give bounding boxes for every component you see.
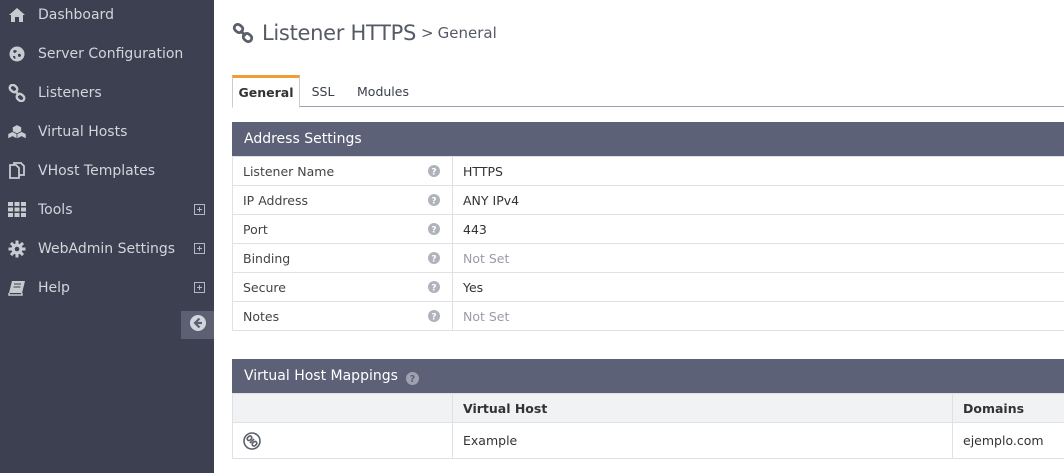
sidebar-item-label: Server Configuration — [38, 45, 184, 62]
table-row: Listener Name ? HTTPS — [232, 156, 1064, 186]
address-settings-panel: Address Settings Listener Name ? HTTPS I… — [232, 122, 1064, 331]
help-icon[interactable]: ? — [428, 165, 440, 177]
tab-ssl[interactable]: SSL — [304, 75, 342, 107]
row-label: IP Address — [243, 192, 308, 208]
svg-text:?: ? — [431, 254, 436, 264]
vhost-name: Example — [452, 422, 953, 459]
home-icon — [7, 5, 27, 25]
help-icon[interactable]: ? — [428, 194, 440, 206]
page-title: Listener HTTPS > General — [232, 18, 497, 48]
svg-text:?: ? — [431, 167, 436, 177]
tab-modules[interactable]: Modules — [350, 75, 416, 107]
row-label: Notes — [243, 308, 280, 324]
svg-text:?: ? — [431, 312, 436, 322]
row-label: Binding — [243, 250, 291, 266]
column-header-virtual-host: Virtual Host — [452, 393, 953, 423]
help-icon[interactable]: ? — [428, 281, 440, 293]
sidebar-item-tools[interactable]: Tools — [0, 190, 214, 229]
virtual-host-mappings-panel: Virtual Host Mappings ? Virtual Host Dom… — [232, 359, 1064, 459]
row-value: HTTPS — [452, 156, 1064, 186]
table-row: Example ejemplo.com — [232, 422, 1064, 459]
breadcrumb-separator: > — [421, 24, 434, 42]
column-header-action — [232, 393, 453, 423]
sidebar-item-vhost-templates[interactable]: VHost Templates — [0, 151, 214, 190]
link-icon — [232, 22, 254, 44]
sidebar-item-label: Help — [38, 279, 70, 296]
svg-text:?: ? — [431, 196, 436, 206]
row-label: Port — [243, 221, 268, 237]
sidebar-item-label: Virtual Hosts — [38, 123, 128, 140]
panel-header: Virtual Host Mappings ? — [232, 359, 1064, 393]
tab-bar: General SSL Modules — [232, 75, 1064, 108]
svg-text:?: ? — [431, 283, 436, 293]
table-row: Port ? 443 — [232, 214, 1064, 244]
sidebar-item-label: VHost Templates — [38, 162, 156, 179]
sidebar: Dashboard Server Configuration Listeners… — [0, 0, 214, 473]
table-row: Binding ? Not Set — [232, 243, 1064, 273]
grid-icon — [7, 200, 27, 220]
link-icon — [7, 83, 27, 103]
tab-general[interactable]: General — [232, 75, 300, 108]
arrow-left-circle-icon — [189, 314, 207, 336]
sidebar-item-webadmin-settings[interactable]: WebAdmin Settings — [0, 229, 214, 268]
main-content: Listener HTTPS > General General SSL Mod… — [214, 0, 1064, 473]
sidebar-item-server-configuration[interactable]: Server Configuration — [0, 34, 214, 73]
table-row: Secure ? Yes — [232, 272, 1064, 302]
sidebar-item-label: Tools — [38, 201, 73, 218]
help-icon[interactable]: ? — [405, 370, 419, 385]
vhost-domains: ejemplo.com — [952, 422, 1064, 459]
breadcrumb-current: General — [437, 24, 497, 42]
panel-title: Virtual Host Mappings — [244, 368, 398, 384]
row-value: Yes — [452, 272, 1064, 302]
sidebar-item-label: Dashboard — [38, 6, 114, 23]
cubes-icon — [7, 122, 27, 142]
svg-text:?: ? — [410, 374, 416, 385]
svg-text:?: ? — [431, 225, 436, 235]
sidebar-item-help[interactable]: Help — [0, 268, 214, 307]
row-label: Secure — [243, 279, 286, 295]
table-header-row: Virtual Host Domains — [232, 393, 1064, 423]
app-window: Dashboard Server Configuration Listeners… — [0, 0, 1064, 473]
gear-icon — [7, 239, 27, 259]
sidebar-item-virtual-hosts[interactable]: Virtual Hosts — [0, 112, 214, 151]
listener-title: Listener HTTPS — [262, 21, 417, 45]
virtual-host-mappings-table: Virtual Host Domains Example ejemplo.com — [232, 393, 1064, 459]
address-settings-table: Listener Name ? HTTPS IP Address ? ANY I… — [232, 156, 1064, 331]
row-value: Not Set — [452, 243, 1064, 273]
collapse-sidebar-button[interactable] — [181, 311, 214, 339]
copy-icon — [7, 161, 27, 181]
table-row: Notes ? Not Set — [232, 301, 1064, 331]
panel-header: Address Settings — [232, 122, 1064, 156]
expand-icon[interactable] — [194, 204, 205, 215]
row-label: Listener Name — [243, 163, 335, 179]
help-icon[interactable]: ? — [428, 310, 440, 322]
row-value: Not Set — [452, 301, 1064, 331]
help-icon[interactable]: ? — [428, 252, 440, 264]
sidebar-item-label: Listeners — [38, 84, 102, 101]
book-icon — [7, 278, 27, 298]
row-value: ANY IPv4 — [452, 185, 1064, 215]
expand-icon[interactable] — [194, 243, 205, 254]
globe-icon — [7, 44, 27, 64]
expand-icon[interactable] — [194, 282, 205, 293]
sidebar-item-listeners[interactable]: Listeners — [0, 73, 214, 112]
row-value: 443 — [452, 214, 1064, 244]
sidebar-item-dashboard[interactable]: Dashboard — [0, 0, 214, 34]
sidebar-item-label: WebAdmin Settings — [38, 240, 176, 257]
link-circle-icon[interactable] — [243, 431, 261, 450]
help-icon[interactable]: ? — [428, 223, 440, 235]
table-row: IP Address ? ANY IPv4 — [232, 185, 1064, 215]
panel-title: Address Settings — [244, 131, 362, 147]
column-header-domains: Domains — [952, 393, 1064, 423]
